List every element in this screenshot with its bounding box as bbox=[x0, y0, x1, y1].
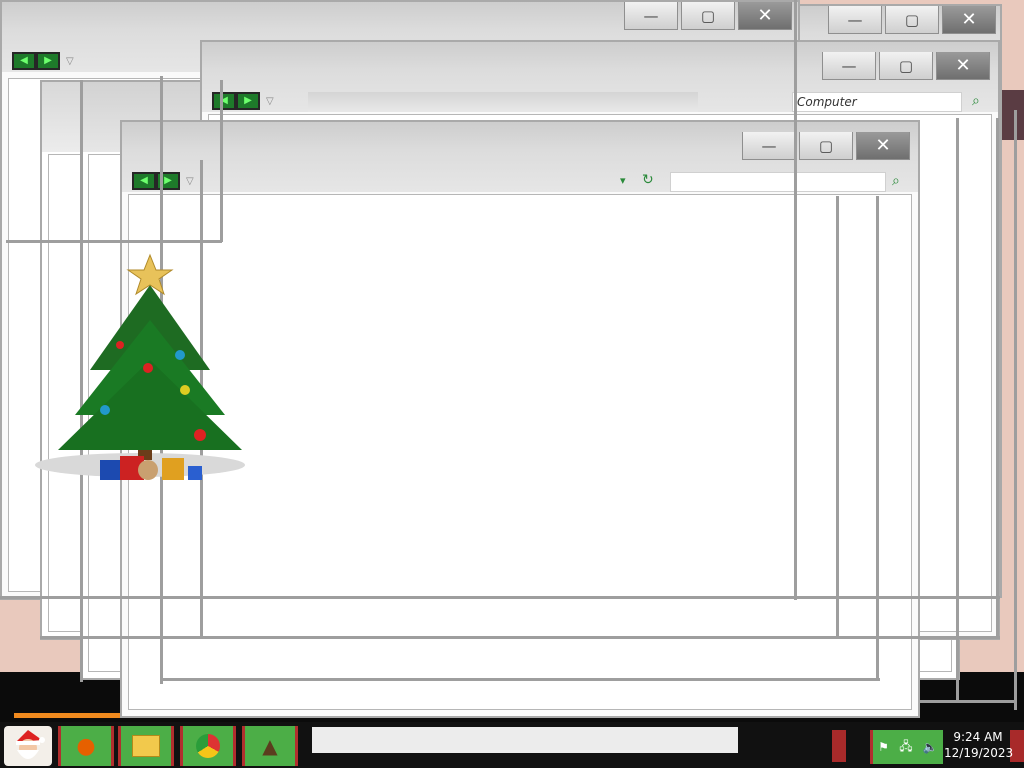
address-bar[interactable] bbox=[308, 92, 698, 112]
accent-bar bbox=[14, 713, 120, 718]
history-dropdown[interactable]: ▽ bbox=[266, 96, 274, 107]
santa-icon bbox=[16, 730, 45, 759]
window-controls: — ▢ ✕ bbox=[819, 52, 990, 80]
maximize-button[interactable]: ▢ bbox=[879, 52, 933, 80]
taskbar-app-wizard[interactable]: ▲ bbox=[242, 726, 298, 766]
ghost-frame-line bbox=[794, 0, 797, 600]
christmas-tree-icon bbox=[35, 253, 245, 480]
close-button[interactable]: ✕ bbox=[942, 6, 996, 34]
taskbar-strip bbox=[312, 727, 738, 753]
ghost-frame-line bbox=[876, 196, 879, 680]
back-button[interactable]: ◀ bbox=[212, 92, 236, 110]
ghost-frame-line bbox=[920, 700, 1016, 703]
desktop-fleck bbox=[1000, 90, 1024, 140]
close-button[interactable]: ✕ bbox=[936, 52, 990, 80]
recent-locations-dropdown[interactable]: ▾ bbox=[620, 174, 626, 187]
clock-date: 12/19/2023 bbox=[944, 746, 1014, 760]
ghost-frame-line bbox=[40, 636, 1000, 639]
chrome-icon bbox=[196, 734, 220, 758]
ghost-frame-line bbox=[836, 196, 839, 636]
maximize-button[interactable]: ▢ bbox=[681, 2, 735, 30]
wizard-icon: ▲ bbox=[262, 734, 278, 758]
taskbar-app-firefox[interactable]: ● bbox=[58, 726, 114, 766]
minimize-button[interactable]: — bbox=[742, 132, 796, 160]
ghost-frame-line bbox=[0, 596, 1000, 599]
nav-buttons: ◀ ▶ ▽ bbox=[12, 52, 74, 70]
window-controls: — ▢ ✕ bbox=[621, 2, 792, 30]
forward-button[interactable]: ▶ bbox=[236, 92, 260, 110]
maximize-button[interactable]: ▢ bbox=[885, 6, 939, 34]
taskbar-clock[interactable]: 9:24 AM 12/19/2023 bbox=[944, 729, 1014, 761]
ghost-frame-line bbox=[220, 80, 223, 242]
window-controls: — ▢ ✕ bbox=[825, 6, 996, 34]
network-icon[interactable]: 🖧 bbox=[899, 737, 912, 758]
folder-icon bbox=[132, 735, 160, 757]
magnifier-icon[interactable]: ⌕ bbox=[892, 173, 900, 189]
system-tray[interactable]: ⚑ 🖧 🔈 bbox=[870, 730, 943, 764]
firefox-icon: ● bbox=[76, 733, 96, 759]
magnifier-icon[interactable]: ⌕ bbox=[972, 93, 980, 109]
clock-time: 9:24 AM bbox=[953, 730, 1003, 744]
back-button[interactable]: ◀ bbox=[12, 52, 36, 70]
ghost-frame-line bbox=[6, 240, 222, 243]
close-button[interactable]: ✕ bbox=[856, 132, 910, 160]
minimize-button[interactable]: — bbox=[828, 6, 882, 34]
search-input[interactable]: Computer bbox=[792, 92, 962, 112]
history-dropdown[interactable]: ▽ bbox=[66, 56, 74, 67]
ghost-frame-line bbox=[160, 678, 880, 681]
refresh-icon[interactable]: ↻ bbox=[642, 172, 654, 188]
minimize-button[interactable]: — bbox=[624, 2, 678, 30]
start-button[interactable] bbox=[4, 726, 52, 766]
window-controls: — ▢ ✕ bbox=[739, 132, 910, 160]
ghost-frame-line bbox=[956, 118, 959, 702]
ghost-frame-line bbox=[996, 118, 999, 638]
history-dropdown[interactable]: ▽ bbox=[186, 176, 194, 187]
maximize-button[interactable]: ▢ bbox=[799, 132, 853, 160]
close-button[interactable]: ✕ bbox=[738, 2, 792, 30]
taskbar-app-explorer[interactable] bbox=[118, 726, 174, 766]
taskbar-app-chrome[interactable] bbox=[180, 726, 236, 766]
taskbar-marker bbox=[832, 730, 846, 762]
forward-button[interactable]: ▶ bbox=[36, 52, 60, 70]
minimize-button[interactable]: — bbox=[822, 52, 876, 80]
ghost-frame-line bbox=[1014, 110, 1017, 710]
action-center-flag-icon[interactable]: ⚑ bbox=[878, 740, 889, 754]
back-button[interactable]: ◀ bbox=[132, 172, 156, 190]
volume-icon[interactable]: 🔈 bbox=[923, 740, 938, 754]
search-input[interactable] bbox=[670, 172, 886, 192]
